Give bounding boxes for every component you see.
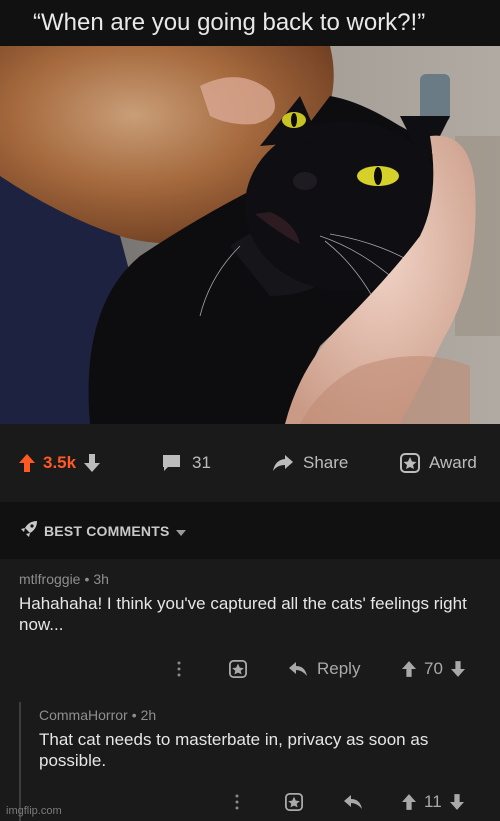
award-icon[interactable] [229,654,247,684]
comment-sort-bar: BEST COMMENTS [0,502,500,559]
comment-actions: Reply 70 [0,654,500,684]
more-icon[interactable] [235,787,239,817]
sort-label: BEST COMMENTS [44,522,170,539]
comment-icon [162,454,181,472]
downvote-icon [450,661,465,677]
comment-vote-group: 70 [402,654,465,684]
comment-age: 2h [140,707,157,723]
reply-icon [344,795,362,809]
watermark: imgflip.com [6,805,62,817]
post-image[interactable] [0,46,500,424]
post-action-bar: 3.5k 31 Share Award [0,424,500,502]
comment-meta: mtlfroggie • 3h [19,571,109,587]
upvote-count: 3.5k [43,453,77,472]
sort-selector[interactable]: BEST COMMENTS [20,502,186,559]
comment-score: 70 [424,659,443,678]
upvote-icon [402,661,416,677]
vote-group: 3.5k [19,424,101,502]
downvote-icon[interactable] [84,454,101,472]
comments-section: mtlfroggie • 3h Hahahaha! I think you've c… [0,559,500,821]
share-label: Share [303,453,349,472]
award-label: Award [429,453,477,472]
comment-actions: 11 [0,787,500,817]
comment-author[interactable]: CommaHorror [39,707,128,723]
post-title: “When are you going back to work?!” [0,0,500,46]
award-icon [400,453,420,473]
upvote-icon[interactable] [19,454,35,472]
more-icon[interactable] [177,654,181,684]
comment-body: That cat needs to masterbate in, privacy… [39,730,429,770]
reply-button[interactable] [344,787,362,817]
comment-reply: CommaHorror • 2h That cat needs to masterb… [0,707,500,771]
comments-count: 31 [192,453,211,472]
upvote-icon [402,794,416,810]
share-button[interactable]: Share [273,424,348,502]
share-icon [273,455,293,471]
chevron-down-icon [175,523,186,539]
award-button[interactable]: Award [400,424,477,502]
comment-vote-group: 11 [402,787,464,817]
comment-score: 11 [424,792,442,811]
reply-button[interactable]: Reply [289,654,360,684]
comment-body: Hahahaha! I think you've captured all th… [19,594,467,634]
comment-author[interactable]: mtlfroggie [19,571,80,587]
comment-meta: CommaHorror • 2h [39,707,157,723]
reply-icon [289,662,307,676]
cat-photo [0,46,500,424]
award-icon[interactable] [285,787,303,817]
comment-age: 3h [93,571,109,587]
comments-button[interactable]: 31 [162,424,211,502]
reply-label: Reply [317,659,361,678]
comment: mtlfroggie • 3h Hahahaha! I think you've c… [0,571,500,635]
downvote-icon [449,794,464,810]
rocket-icon [20,520,38,541]
